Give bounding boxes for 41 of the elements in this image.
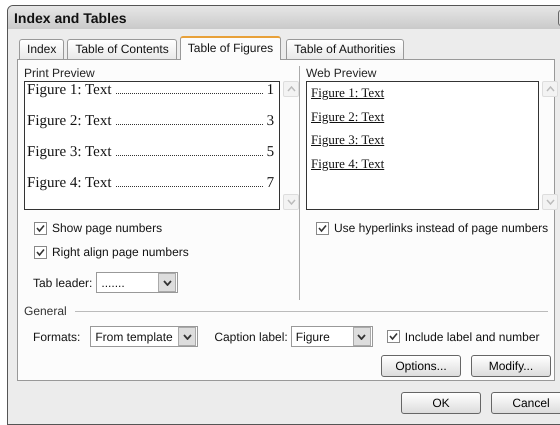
chevron-down-icon [286, 199, 296, 205]
section-label: Web Preview [306, 66, 378, 80]
page-number: 3 [266, 113, 274, 130]
checkbox-label[interactable]: Right align page numbers [52, 245, 189, 259]
preview-caption: Figure 3: Text [27, 144, 112, 161]
chevron-down-icon [546, 199, 554, 205]
page-number: 5 [266, 144, 274, 161]
preview-caption: Figure 1: Text [27, 82, 112, 99]
chevron-up-icon [546, 86, 554, 92]
button[interactable]: OK [401, 392, 481, 414]
preview-caption: Figure 2: Text [27, 113, 112, 130]
checkbox-label[interactable]: Include label and number [404, 330, 540, 344]
button[interactable]: Modify... [471, 355, 551, 377]
chevron-up-icon [286, 86, 296, 92]
tab[interactable]: Table of Contents [67, 39, 177, 59]
tab[interactable]: Index [19, 39, 64, 59]
section-label: General [24, 304, 67, 318]
chevron-down-icon [162, 280, 172, 286]
checkbox[interactable] [316, 222, 329, 234]
chevron-down-icon [357, 334, 366, 340]
button[interactable]: Options... [381, 355, 461, 377]
dropdown[interactable]: Figure [290, 326, 373, 347]
field-label: Caption label: [214, 330, 288, 344]
checkbox[interactable] [386, 330, 400, 343]
page-number: 1 [266, 82, 274, 99]
checkbox-label[interactable]: Show page numbers [52, 221, 162, 235]
field-label: Formats: [33, 330, 80, 344]
dropdown[interactable]: From template [90, 326, 198, 347]
button[interactable]: Cancel [491, 392, 560, 414]
dropdown[interactable]: ....... [96, 272, 178, 293]
checkbox[interactable] [34, 222, 47, 234]
section-label: Print Preview [24, 66, 96, 80]
window-title: Index and Tables [14, 10, 127, 26]
checkbox-label[interactable]: Use hyperlinks instead of page numbers [334, 221, 548, 235]
chevron-down-icon [182, 334, 192, 340]
field-label: Tab leader: [33, 276, 92, 290]
checkbox[interactable] [34, 246, 47, 258]
tab[interactable]: Table of Authorities [286, 39, 404, 59]
tab[interactable]: Table of Figures [180, 36, 282, 60]
page-number: 7 [266, 175, 274, 192]
preview-caption: Figure 4: Text [27, 175, 112, 192]
